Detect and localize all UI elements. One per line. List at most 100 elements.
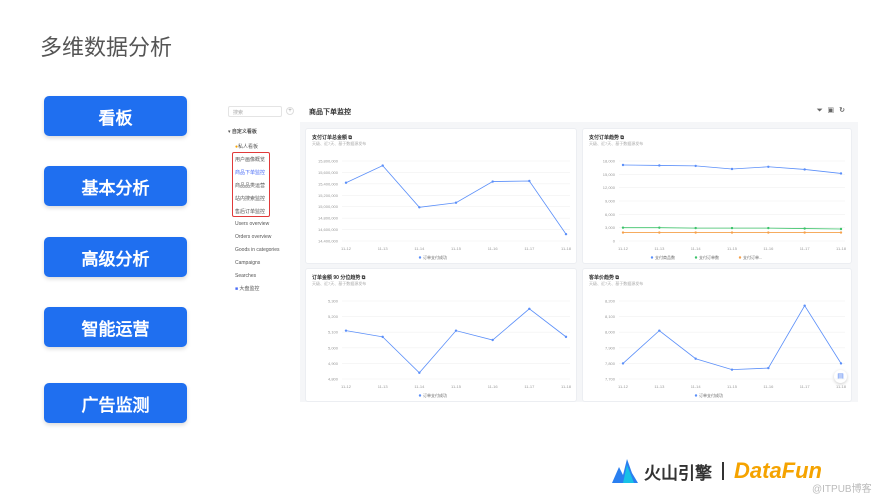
chart-subtitle: 天级、近7天、基于数据源发布	[312, 141, 367, 146]
sidebar-item[interactable]: 商品品类运营	[235, 182, 265, 189]
data-point	[658, 226, 661, 229]
watermark: @ITPUB博客	[812, 484, 872, 495]
data-point	[418, 371, 421, 374]
x-tick-label: 11-15	[727, 246, 738, 251]
refresh-icon[interactable]: ↻	[839, 107, 850, 114]
data-point	[381, 164, 384, 167]
x-tick-label: 11-13	[378, 246, 389, 251]
nav-button-smart-operations[interactable]: 智能运营	[44, 307, 187, 347]
sidebar: 搜索 + ▾ 自定义看板 ●私人看板 用户画像概览 商品下单监控 商品品类运营 …	[222, 100, 300, 402]
y-tick-label: 5,100	[328, 330, 339, 335]
legend-label: 订单支付成功	[699, 392, 723, 398]
x-tick-label: 11-16	[488, 384, 499, 389]
legend-marker	[418, 394, 422, 397]
y-tick-label: 14,800,000	[318, 216, 339, 221]
x-tick-label: 11-17	[524, 384, 535, 389]
sidebar-item[interactable]: 站内搜索监控	[235, 195, 265, 202]
sidebar-item[interactable]: 用户画像概览	[235, 156, 265, 163]
line-chart: 15,800,000 15,600,000 15,400,000 15,200,000…	[318, 159, 572, 261]
data-point	[454, 329, 458, 332]
x-tick-label: 11-14	[414, 384, 425, 389]
x-tick-label: 11-12	[341, 246, 352, 251]
x-tick-label: 11-17	[524, 246, 535, 251]
add-icon[interactable]: +	[286, 107, 294, 115]
y-tick-label: 18,000	[603, 159, 616, 164]
data-point	[839, 172, 843, 175]
nav-button-dashboard[interactable]: 看板	[44, 96, 187, 136]
data-point	[528, 307, 531, 310]
line-chart: 8,200 8,100 8,000 7,900 7,800 7,70011-12 11-13…	[605, 299, 847, 399]
chart-title: 订单金额 90 分位趋势 ⧉	[312, 275, 366, 281]
nav-button-advanced-analysis[interactable]: 高级分析	[44, 237, 187, 277]
y-tick-label: 15,000	[603, 172, 616, 177]
sidebar-search-input[interactable]: 搜索	[228, 106, 282, 117]
main-panel: 商品下单监控 ⏷▣↻ 支付订单总金额 ⧉ 天级、近7天、基于数据源发布 15,800…	[300, 100, 858, 402]
data-point	[658, 329, 661, 332]
chart-card-avg-order-value: ▤ 客单价趋势 ⧉ 天级、近7天、基于数据源发布 8,200 8,100 8,000 7,9…	[582, 268, 852, 402]
legend-label: 订单支付成功	[423, 392, 447, 398]
x-tick-label: 11-16	[763, 246, 774, 251]
y-tick-label: 14,600,000	[318, 227, 339, 232]
data-point	[621, 231, 625, 234]
sidebar-item[interactable]: Campaigns	[235, 260, 260, 266]
data-point	[803, 304, 806, 307]
line-chart: 18,000 15,000 12,000 9,000 6,000 3,000 011-12 1…	[603, 159, 847, 261]
data-point	[418, 206, 421, 209]
y-tick-label: 15,000,000	[318, 204, 339, 209]
sidebar-item[interactable]: Searches	[235, 273, 256, 279]
legend-label: 支付订单数	[699, 254, 719, 260]
nav-button-basic-analysis[interactable]: 基本分析	[44, 166, 187, 206]
data-point	[381, 335, 384, 339]
sidebar-item[interactable]: Goods in categories	[235, 247, 279, 253]
data-point	[344, 329, 348, 332]
data-point	[730, 167, 734, 171]
sidebar-item[interactable]: 售后订单监控	[235, 208, 265, 215]
chart-title: 客单价趋势 ⧉	[589, 275, 619, 281]
data-point	[564, 232, 568, 236]
chart-card-order-trend: 支付订单趋势 ⧉ 天级、近7天、基于数据源发布 18,000 15,000 12,000…	[582, 128, 852, 264]
dashboard-screenshot: 搜索 + ▾ 自定义看板 ●私人看板 用户画像概览 商品下单监控 商品品类运营 …	[222, 100, 858, 402]
sidebar-folder[interactable]: ■ 大盘监控	[235, 285, 259, 292]
slide-title: 多维数据分析	[40, 35, 173, 60]
sidebar-item-private[interactable]: ●私人看板	[235, 143, 258, 150]
calendar-icon[interactable]: ▣	[828, 107, 840, 114]
data-point	[839, 362, 843, 365]
data-point	[491, 180, 494, 183]
data-point	[491, 338, 494, 342]
x-tick-label: 11-14	[691, 246, 702, 251]
x-tick-label: 11-16	[488, 246, 499, 251]
sidebar-item-active[interactable]: 商品下单监控	[235, 169, 265, 176]
y-tick-label: 14,400,000	[318, 239, 339, 244]
data-point	[658, 164, 661, 167]
x-tick-label: 11-13	[654, 384, 665, 389]
page-header: 商品下单监控 ⏷▣↻	[300, 100, 858, 122]
data-point	[730, 226, 734, 230]
sidebar-item[interactable]: Users overview	[235, 221, 269, 227]
data-point	[694, 231, 697, 234]
volcano-logo-icon	[612, 459, 638, 483]
x-tick-label: 11-17	[800, 246, 811, 251]
sidebar-item[interactable]: Orders overview	[235, 234, 271, 240]
divider	[722, 462, 724, 480]
y-tick-label: 7,700	[605, 377, 616, 382]
x-tick-label: 11-18	[561, 246, 572, 251]
chart-title: 支付订单总金额 ⧉	[312, 135, 352, 141]
data-point	[730, 368, 734, 371]
y-tick-label: 8,100	[605, 314, 616, 319]
data-point	[694, 357, 697, 360]
data-point	[694, 164, 697, 168]
data-point	[344, 181, 348, 184]
filter-icon[interactable]: ⏷	[817, 107, 828, 114]
footer-logos: 火山引擎 DataFun	[612, 458, 822, 484]
legend-label: 支付订单...	[743, 254, 762, 260]
y-tick-label: 15,200,000	[318, 193, 339, 198]
data-point	[730, 231, 734, 234]
chart-subtitle: 天级、近7天、基于数据源发布	[312, 281, 367, 286]
nav-button-ad-monitoring[interactable]: 广告监测	[44, 383, 187, 423]
sidebar-group-custom[interactable]: ▾ 自定义看板	[228, 128, 257, 135]
x-tick-label: 11-18	[836, 246, 847, 251]
series-line	[622, 304, 842, 371]
chart-card-total-amount: 支付订单总金额 ⧉ 天级、近7天、基于数据源发布 15,800,000 15,600,…	[305, 128, 577, 264]
data-point	[767, 226, 770, 230]
y-tick-label: 7,800	[605, 361, 616, 366]
